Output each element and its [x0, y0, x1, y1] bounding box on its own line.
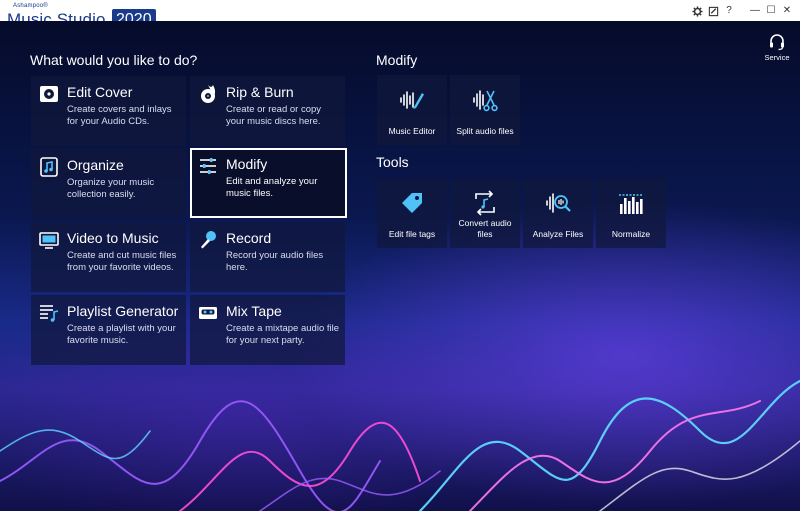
headset-icon — [770, 34, 784, 51]
card-title: Playlist Generator — [67, 303, 179, 319]
tile-label: Convert audio files — [458, 218, 512, 239]
card-description: Record your audio files here. — [226, 250, 324, 273]
disc-burn-icon — [201, 85, 216, 103]
tag-icon — [402, 193, 422, 213]
card-organize[interactable]: Organize Organize your music collection … — [31, 149, 186, 219]
waveform-scissors-icon — [473, 90, 498, 112]
card-playlist-generator[interactable]: Playlist Generator Create a playlist wit… — [31, 295, 186, 365]
tile-label: Edit file tags — [388, 229, 436, 239]
card-edit-cover[interactable]: Edit Cover Create covers and inlays for … — [31, 76, 186, 146]
convert-icon — [475, 190, 495, 216]
note-icon[interactable] — [706, 4, 720, 18]
tile-label: Split audio files — [456, 126, 514, 136]
tile-analyze-files[interactable]: Analyze Files — [523, 178, 593, 248]
modify-heading: Modify — [376, 52, 418, 68]
card-record[interactable]: Record Record your audio files here. — [190, 222, 345, 292]
card-description: Create a playlist with your favorite mus… — [67, 323, 176, 346]
tools-heading: Tools — [376, 154, 409, 170]
card-description: Create or read or copy your music discs … — [226, 104, 322, 127]
card-description: Create covers and inlays for your Audio … — [67, 104, 172, 127]
card-rip-burn[interactable]: Rip & Burn Create or read or copy your m… — [190, 76, 345, 146]
card-video-to-music[interactable]: Video to Music Create and cut music file… — [31, 222, 186, 292]
maximize-button[interactable]: ☐ — [764, 4, 778, 18]
card-title: Video to Music — [67, 230, 159, 246]
cassette-icon — [199, 307, 217, 319]
monitor-icon — [39, 232, 59, 249]
card-description: Edit and analyze your music files. — [226, 176, 318, 199]
service-label: Service — [764, 53, 790, 62]
service-button[interactable]: Service — [762, 33, 792, 62]
vendor-label: Ashampoo® — [13, 3, 48, 9]
sliders-icon — [200, 158, 216, 174]
tile-convert-audio[interactable]: Convert audio files — [450, 178, 520, 248]
minimize-button[interactable]: — — [748, 4, 762, 18]
tile-label: Analyze Files — [532, 229, 584, 239]
card-description: Organize your music collection easily. — [67, 177, 155, 200]
neon-background-graphic — [0, 379, 800, 511]
separator — [738, 4, 746, 18]
tile-edit-file-tags[interactable]: Edit file tags — [377, 178, 447, 248]
card-description: Create a mixtape audio file for your nex… — [226, 323, 340, 346]
waveform-magnify-icon — [546, 193, 571, 213]
microphone-icon — [201, 231, 216, 249]
tile-music-editor[interactable]: Music Editor — [377, 75, 447, 145]
card-title: Rip & Burn — [226, 84, 294, 100]
gear-icon[interactable] — [690, 4, 704, 18]
waveform-edit-icon — [400, 91, 424, 109]
card-title: Record — [226, 230, 272, 246]
card-mix-tape[interactable]: Mix Tape Create a mixtape audio file for… — [190, 295, 345, 365]
card-title: Modify — [226, 156, 268, 172]
help-button[interactable]: ? — [722, 4, 736, 18]
card-title: Organize — [67, 157, 124, 173]
card-description: Create and cut music files from your fav… — [67, 250, 177, 273]
tile-split-audio[interactable]: Split audio files — [450, 75, 520, 145]
app-main-area: Service What would you like to do? Edit … — [0, 21, 800, 511]
tile-label: Normalize — [611, 229, 651, 239]
music-note-icon — [40, 157, 58, 177]
window-controls: ? — ☐ ✕ — [690, 4, 794, 18]
cd-cover-icon — [40, 86, 58, 102]
card-modify[interactable]: Modify Edit and analyze your music files… — [190, 148, 347, 218]
card-title: Mix Tape — [226, 303, 282, 319]
card-title: Edit Cover — [67, 84, 133, 100]
tile-normalize[interactable]: Normalize — [596, 178, 666, 248]
normalize-bars-icon — [619, 194, 643, 214]
playlist-icon — [40, 305, 59, 322]
main-heading: What would you like to do? — [30, 52, 198, 68]
tile-label: Music Editor — [388, 126, 436, 136]
close-button[interactable]: ✕ — [780, 4, 794, 18]
